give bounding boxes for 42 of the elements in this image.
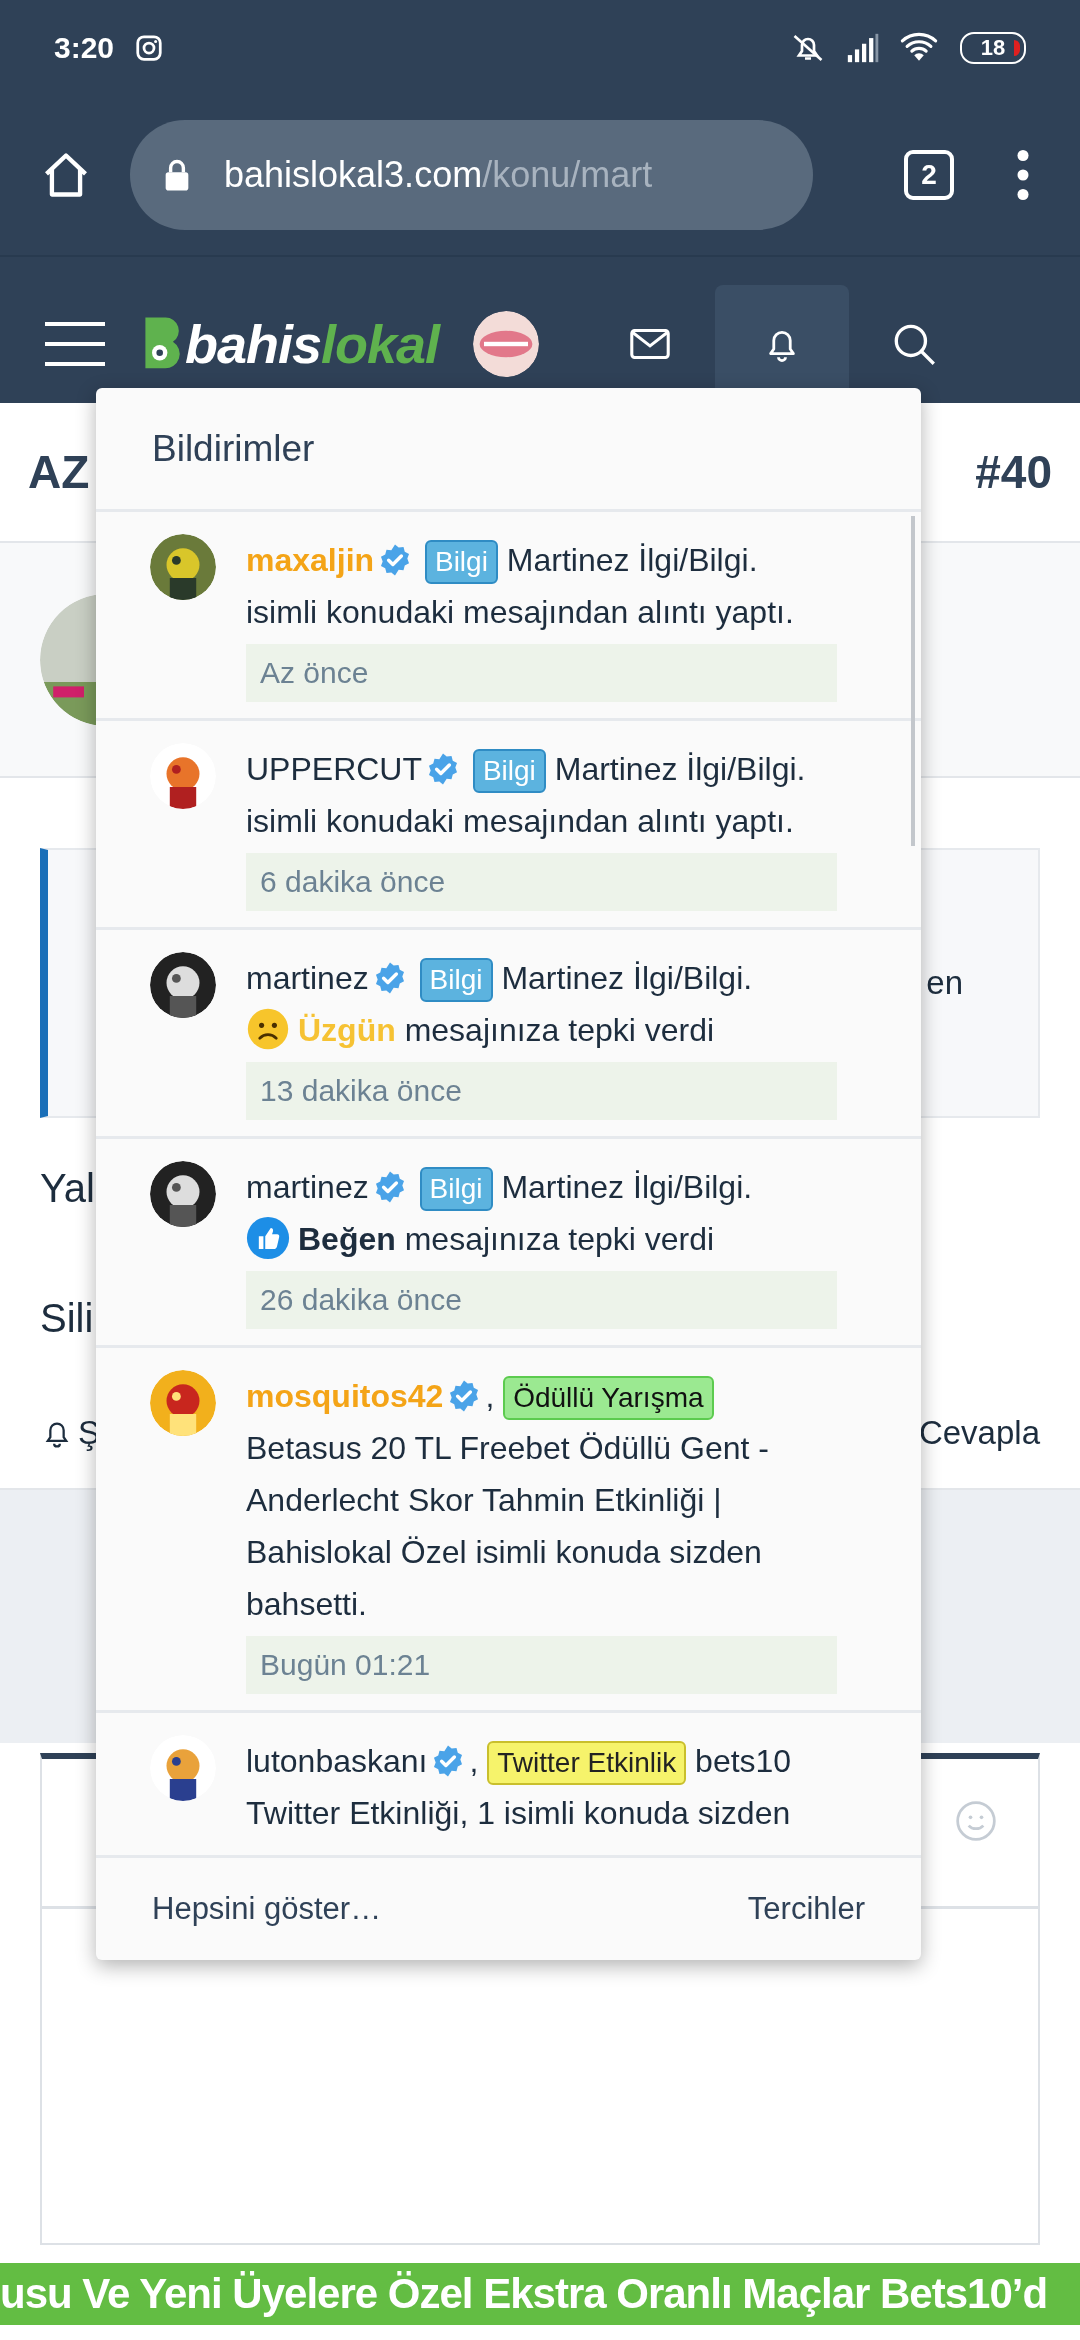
battery-indicator: 18 [960, 31, 1026, 64]
scrollbar[interactable] [911, 516, 915, 846]
clock: 3:20 [54, 30, 115, 66]
notification-text: lutonbaskanı , Twitter Etkinlik bets10 Twitter Etkinliği, 1 isimli konuda sizden [246, 1740, 793, 1833]
sad-face-icon [246, 1007, 290, 1051]
thread-prefix-tag: Bilgi [472, 749, 546, 793]
notification-text: UPPERCUT Bilgi Martinez İlgi/Bilgi. isimli konudaki mesajından alıntı yaptı. [246, 748, 807, 841]
tab-count-button[interactable]: 2 [904, 150, 954, 200]
thread-prefix-tag: Ödüllü Yarışma [503, 1376, 714, 1420]
notification-text: martinez Bilgi Martinez İlgi/Bilgi. Beğen mesajınıza tepki verdi [246, 1161, 837, 1265]
timestamp: 6 dakika önce [246, 853, 837, 911]
notification-text: maxaljin Bilgi Martinez İlgi/Bilgi. isimli konudaki mesajından alıntı yaptı. [246, 539, 795, 632]
logo-text[interactable]: bahislokal [185, 303, 440, 385]
timestamp: 26 dakika önce [246, 1271, 837, 1329]
timestamp: Bugün 01:21 [246, 1636, 837, 1694]
thread-title: AZ [28, 444, 90, 500]
reaction-label: Beğen [298, 1221, 396, 1257]
thread-prefix-tag: Twitter Etkinlik [487, 1741, 687, 1785]
more-options-icon[interactable] [1016, 149, 1030, 201]
address-bar[interactable]: bahislokal3.com/konu/mart [130, 120, 813, 230]
post-text: Yal [40, 1165, 95, 1212]
thread-prefix-tag: Bilgi [419, 1167, 493, 1211]
post-number: #40 [975, 444, 1052, 500]
reaction-label: Üzgün [298, 1012, 396, 1048]
timestamp: 13 dakika önce [246, 1062, 837, 1120]
quote-text: en [926, 963, 963, 1004]
news-ticker: usu Ve Yeni Üyelere Özel Ekstra Oranlı Maçlar Bets10’d [0, 2262, 1080, 2325]
menu-icon[interactable] [45, 322, 105, 366]
verified-badge-icon [426, 752, 460, 786]
reply-link[interactable]: Cevapla [918, 1408, 1040, 1458]
timestamp: Az önce [246, 644, 837, 702]
thumbs-up-icon [246, 1216, 290, 1260]
url-text: bahislokal3.com/konu/mart [224, 153, 653, 197]
notification-text: martinez Bilgi Martinez İlgi/Bilgi. Üzgün mesajınıza tepki verdi [246, 952, 837, 1056]
notification-text: mosquitos42 , Ödüllü Yarışma Betasus 20 TL Freebet Ödüllü Gent - Anderlecht Skor Tahmin Etkinliği | Bahislokal Özel isimli konuda sizden bahsetti. [246, 1375, 770, 1624]
show-all-link[interactable]: Hepsini göster… [152, 1885, 382, 1933]
preferences-link[interactable]: Tercihler [747, 1885, 865, 1933]
post-text: Sili [40, 1295, 94, 1342]
camera-app-icon [134, 32, 165, 63]
thread-prefix-tag: Bilgi [419, 958, 493, 1002]
thread-prefix-tag: Bilgi [424, 540, 498, 584]
dropdown-title: Bildirimler [152, 426, 315, 471]
